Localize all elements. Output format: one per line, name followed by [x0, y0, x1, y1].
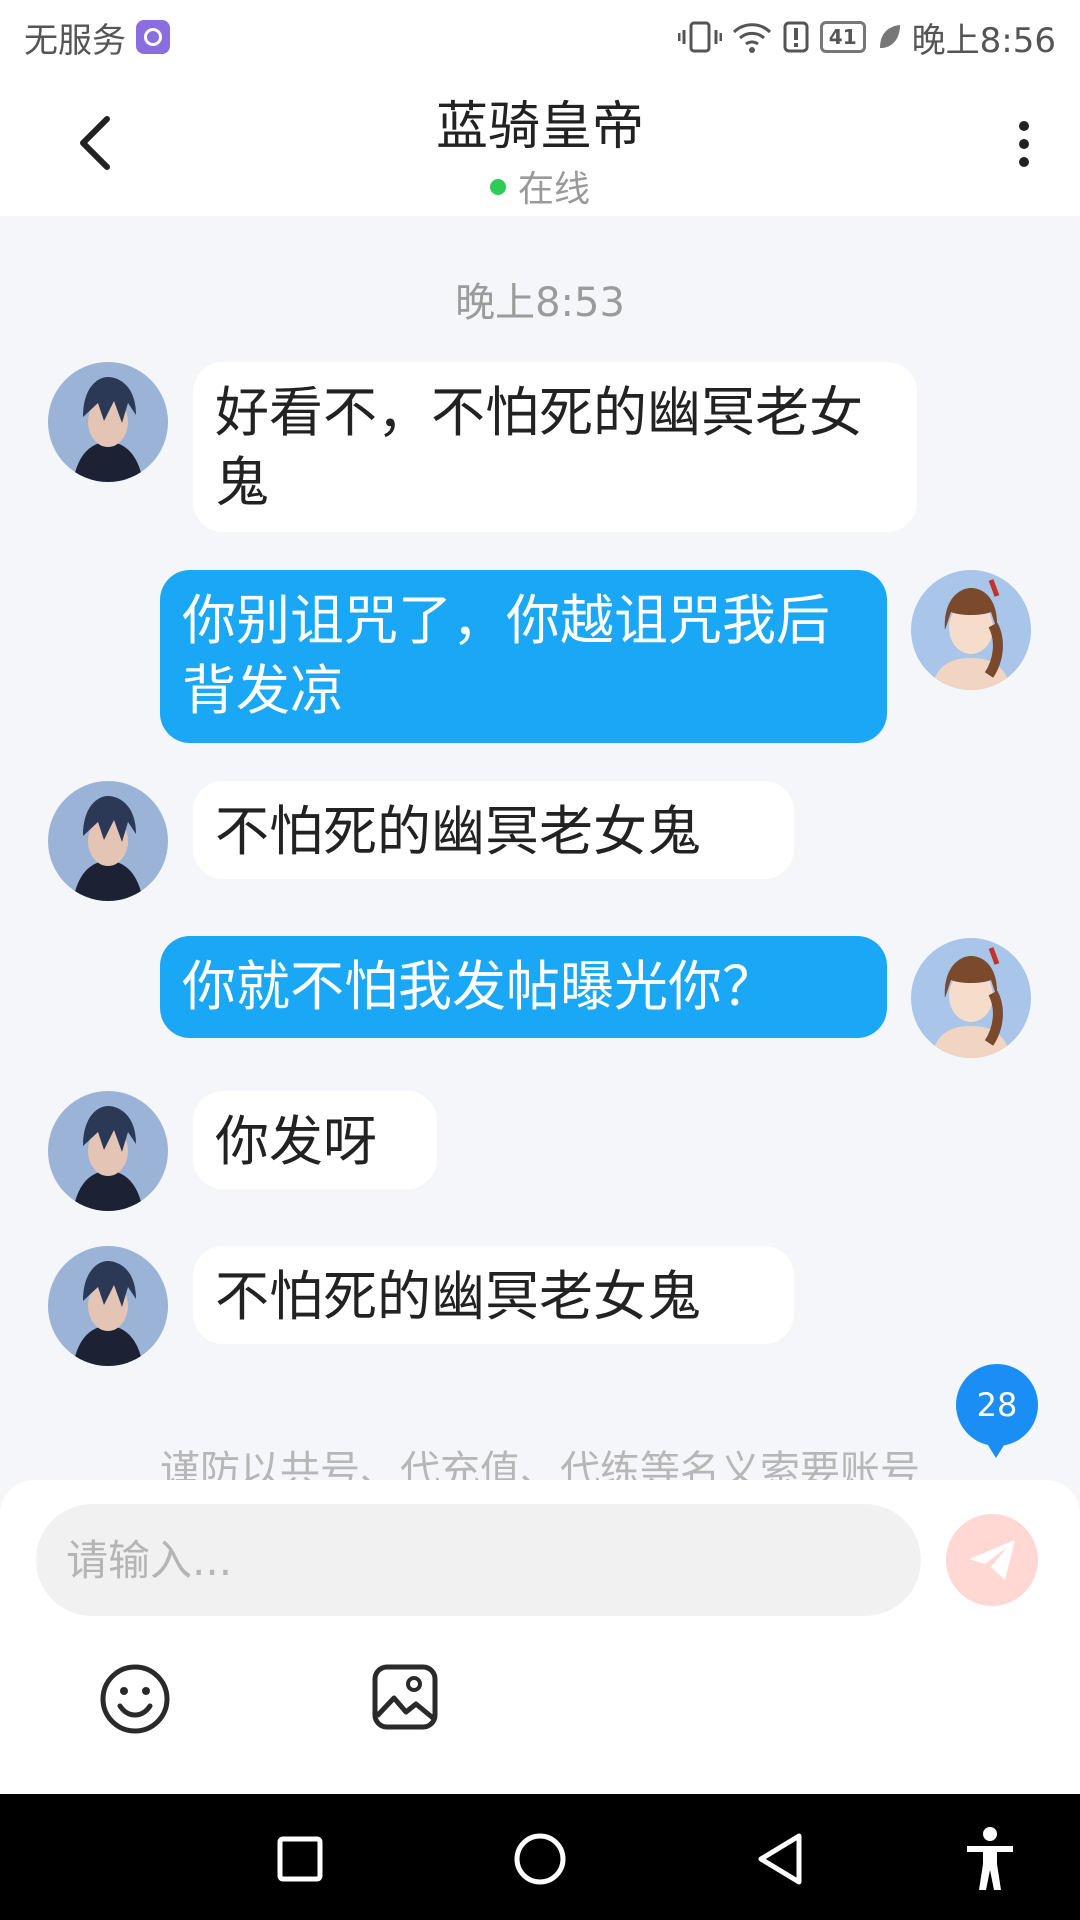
message-bubble[interactable]: 你别诅咒了，你越诅咒我后背发凉 — [160, 570, 887, 743]
recents-button[interactable] — [265, 1824, 335, 1894]
accessibility-icon — [967, 1827, 1013, 1890]
message-bubble[interactable]: 你发呀 — [193, 1091, 437, 1189]
my-avatar[interactable] — [911, 938, 1031, 1058]
online-dot-icon — [489, 179, 506, 195]
online-status: 在线 — [0, 160, 1080, 212]
battery-level: 41 — [819, 21, 866, 53]
alert-icon — [783, 21, 809, 53]
vibrate-icon — [677, 21, 722, 53]
image-icon — [372, 1664, 438, 1730]
send-icon — [969, 1540, 1015, 1580]
accessibility-button[interactable] — [955, 1824, 1025, 1894]
message-timestamp: 晚上8:53 — [455, 280, 625, 326]
wifi-icon — [732, 23, 771, 53]
triangle-back-icon — [758, 1833, 802, 1885]
send-button[interactable] — [946, 1514, 1038, 1606]
status-bar: 无服务 41 晚上8:56 — [0, 0, 1080, 74]
emoji-icon — [100, 1664, 170, 1734]
input-panel — [0, 1480, 1080, 1794]
square-icon — [277, 1836, 323, 1882]
contact-avatar[interactable] — [48, 1246, 168, 1366]
leaf-icon — [879, 25, 900, 48]
home-button[interactable] — [505, 1824, 575, 1894]
emoji-button[interactable] — [98, 1662, 172, 1736]
contact-name: 蓝骑皇帝 — [435, 97, 644, 157]
message-bubble[interactable]: 不怕死的幽冥老女鬼 — [193, 1246, 794, 1344]
unread-count-badge[interactable]: 28 — [956, 1364, 1038, 1458]
app-notification-icon — [136, 20, 170, 54]
safety-notice: 谨防以共号、代充值、代练等名义索要账号 — [160, 1448, 920, 1480]
chat-header: 蓝骑皇帝 在线 — [0, 74, 1080, 216]
back-nav-button[interactable] — [745, 1824, 815, 1894]
circle-icon — [514, 1833, 566, 1885]
clock: 晚上8:56 — [911, 20, 1056, 61]
carrier-text: 无服务 — [24, 20, 126, 61]
message-bubble[interactable]: 你就不怕我发帖曝光你？ — [160, 936, 887, 1038]
message-bubble[interactable]: 好看不，不怕死的幽冥老女鬼 — [193, 362, 917, 532]
system-navigation-bar — [0, 1794, 1080, 1920]
contact-avatar[interactable] — [48, 1091, 168, 1211]
contact-avatar[interactable] — [48, 362, 168, 482]
contact-avatar[interactable] — [48, 781, 168, 901]
online-status-text: 在线 — [517, 169, 590, 210]
message-input[interactable] — [36, 1504, 921, 1616]
message-bubble[interactable]: 不怕死的幽冥老女鬼 — [193, 781, 794, 879]
more-options-button[interactable] — [994, 114, 1054, 174]
image-button[interactable] — [370, 1662, 440, 1732]
my-avatar[interactable] — [911, 570, 1031, 690]
